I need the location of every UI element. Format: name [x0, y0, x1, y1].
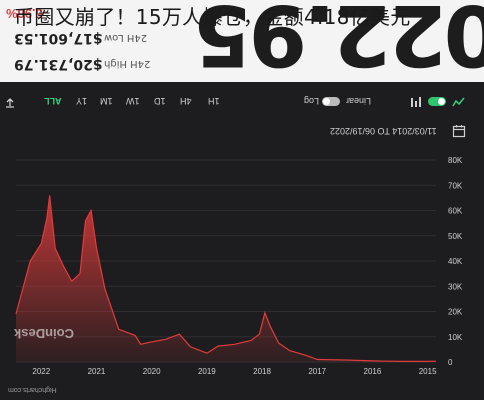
- price-banner: $19,022.95 $17,601.53 24H Low $20,731.79…: [0, 0, 484, 82]
- chart-toolbar: ALL 1Y 1M 1W 1D 4H 1H Log Linear: [0, 92, 484, 116]
- range-1d[interactable]: 1D: [154, 96, 166, 106]
- range-all[interactable]: ALL: [44, 96, 62, 106]
- x-tick-label: 2017: [308, 367, 326, 376]
- range-1y[interactable]: 1Y: [76, 96, 87, 106]
- log-linear-toggle[interactable]: [322, 97, 340, 106]
- linear-label: Linear: [346, 96, 372, 106]
- x-tick-label: 2016: [364, 367, 382, 376]
- x-tick-label: 2021: [88, 367, 106, 376]
- y-tick-label: 0: [448, 358, 453, 367]
- highcharts-credit: Highcharts.com: [8, 386, 57, 393]
- high-value: $20,731.79: [14, 56, 103, 72]
- price-chart-svg[interactable]: 80K 70K 60K 50K 40K 30K 20K 10K 0 2022 2021 2020 201…: [0, 150, 484, 380]
- line-chart-icon[interactable]: [452, 96, 466, 108]
- range-1w[interactable]: 1W: [126, 96, 140, 106]
- x-tick-label: 2015: [419, 367, 437, 376]
- y-tick-label: 30K: [448, 282, 463, 291]
- calendar-icon[interactable]: [452, 124, 466, 138]
- y-tick-label: 10K: [448, 333, 463, 342]
- coindesk-watermark: CoinDesk: [14, 326, 74, 341]
- article-headline: 币圈又崩了！15万人爆仓，金额4.18亿美元: [14, 5, 411, 29]
- range-4h[interactable]: 4H: [180, 96, 192, 106]
- y-tick-label: 70K: [448, 181, 463, 190]
- price-chart[interactable]: 80K 70K 60K 50K 40K 30K 20K 10K 0 2022 2021 2020 201…: [0, 150, 484, 380]
- x-tick-label: 2022: [32, 367, 50, 376]
- x-tick-label: 2018: [253, 367, 271, 376]
- low-value: $17,601.53: [14, 30, 103, 46]
- y-tick-label: 40K: [448, 257, 463, 266]
- x-tick-label: 2020: [143, 367, 161, 376]
- y-tick-label: 20K: [448, 308, 463, 317]
- y-tick-label: 80K: [448, 156, 463, 165]
- chart-type-toggle[interactable]: [428, 97, 446, 106]
- x-tick-label: 2019: [198, 367, 216, 376]
- y-tick-label: 50K: [448, 232, 463, 241]
- download-icon[interactable]: [4, 96, 16, 108]
- bar-chart-icon[interactable]: [410, 96, 424, 108]
- range-1h[interactable]: 1H: [208, 96, 220, 106]
- low-label: 24H Low: [104, 32, 148, 43]
- y-tick-label: 60K: [448, 207, 463, 216]
- log-label: Log: [304, 96, 320, 106]
- date-range[interactable]: 11/03/2014 TO 06/19/2022: [330, 126, 437, 136]
- high-label: 24H High: [104, 58, 151, 69]
- range-1m[interactable]: 1M: [100, 96, 113, 106]
